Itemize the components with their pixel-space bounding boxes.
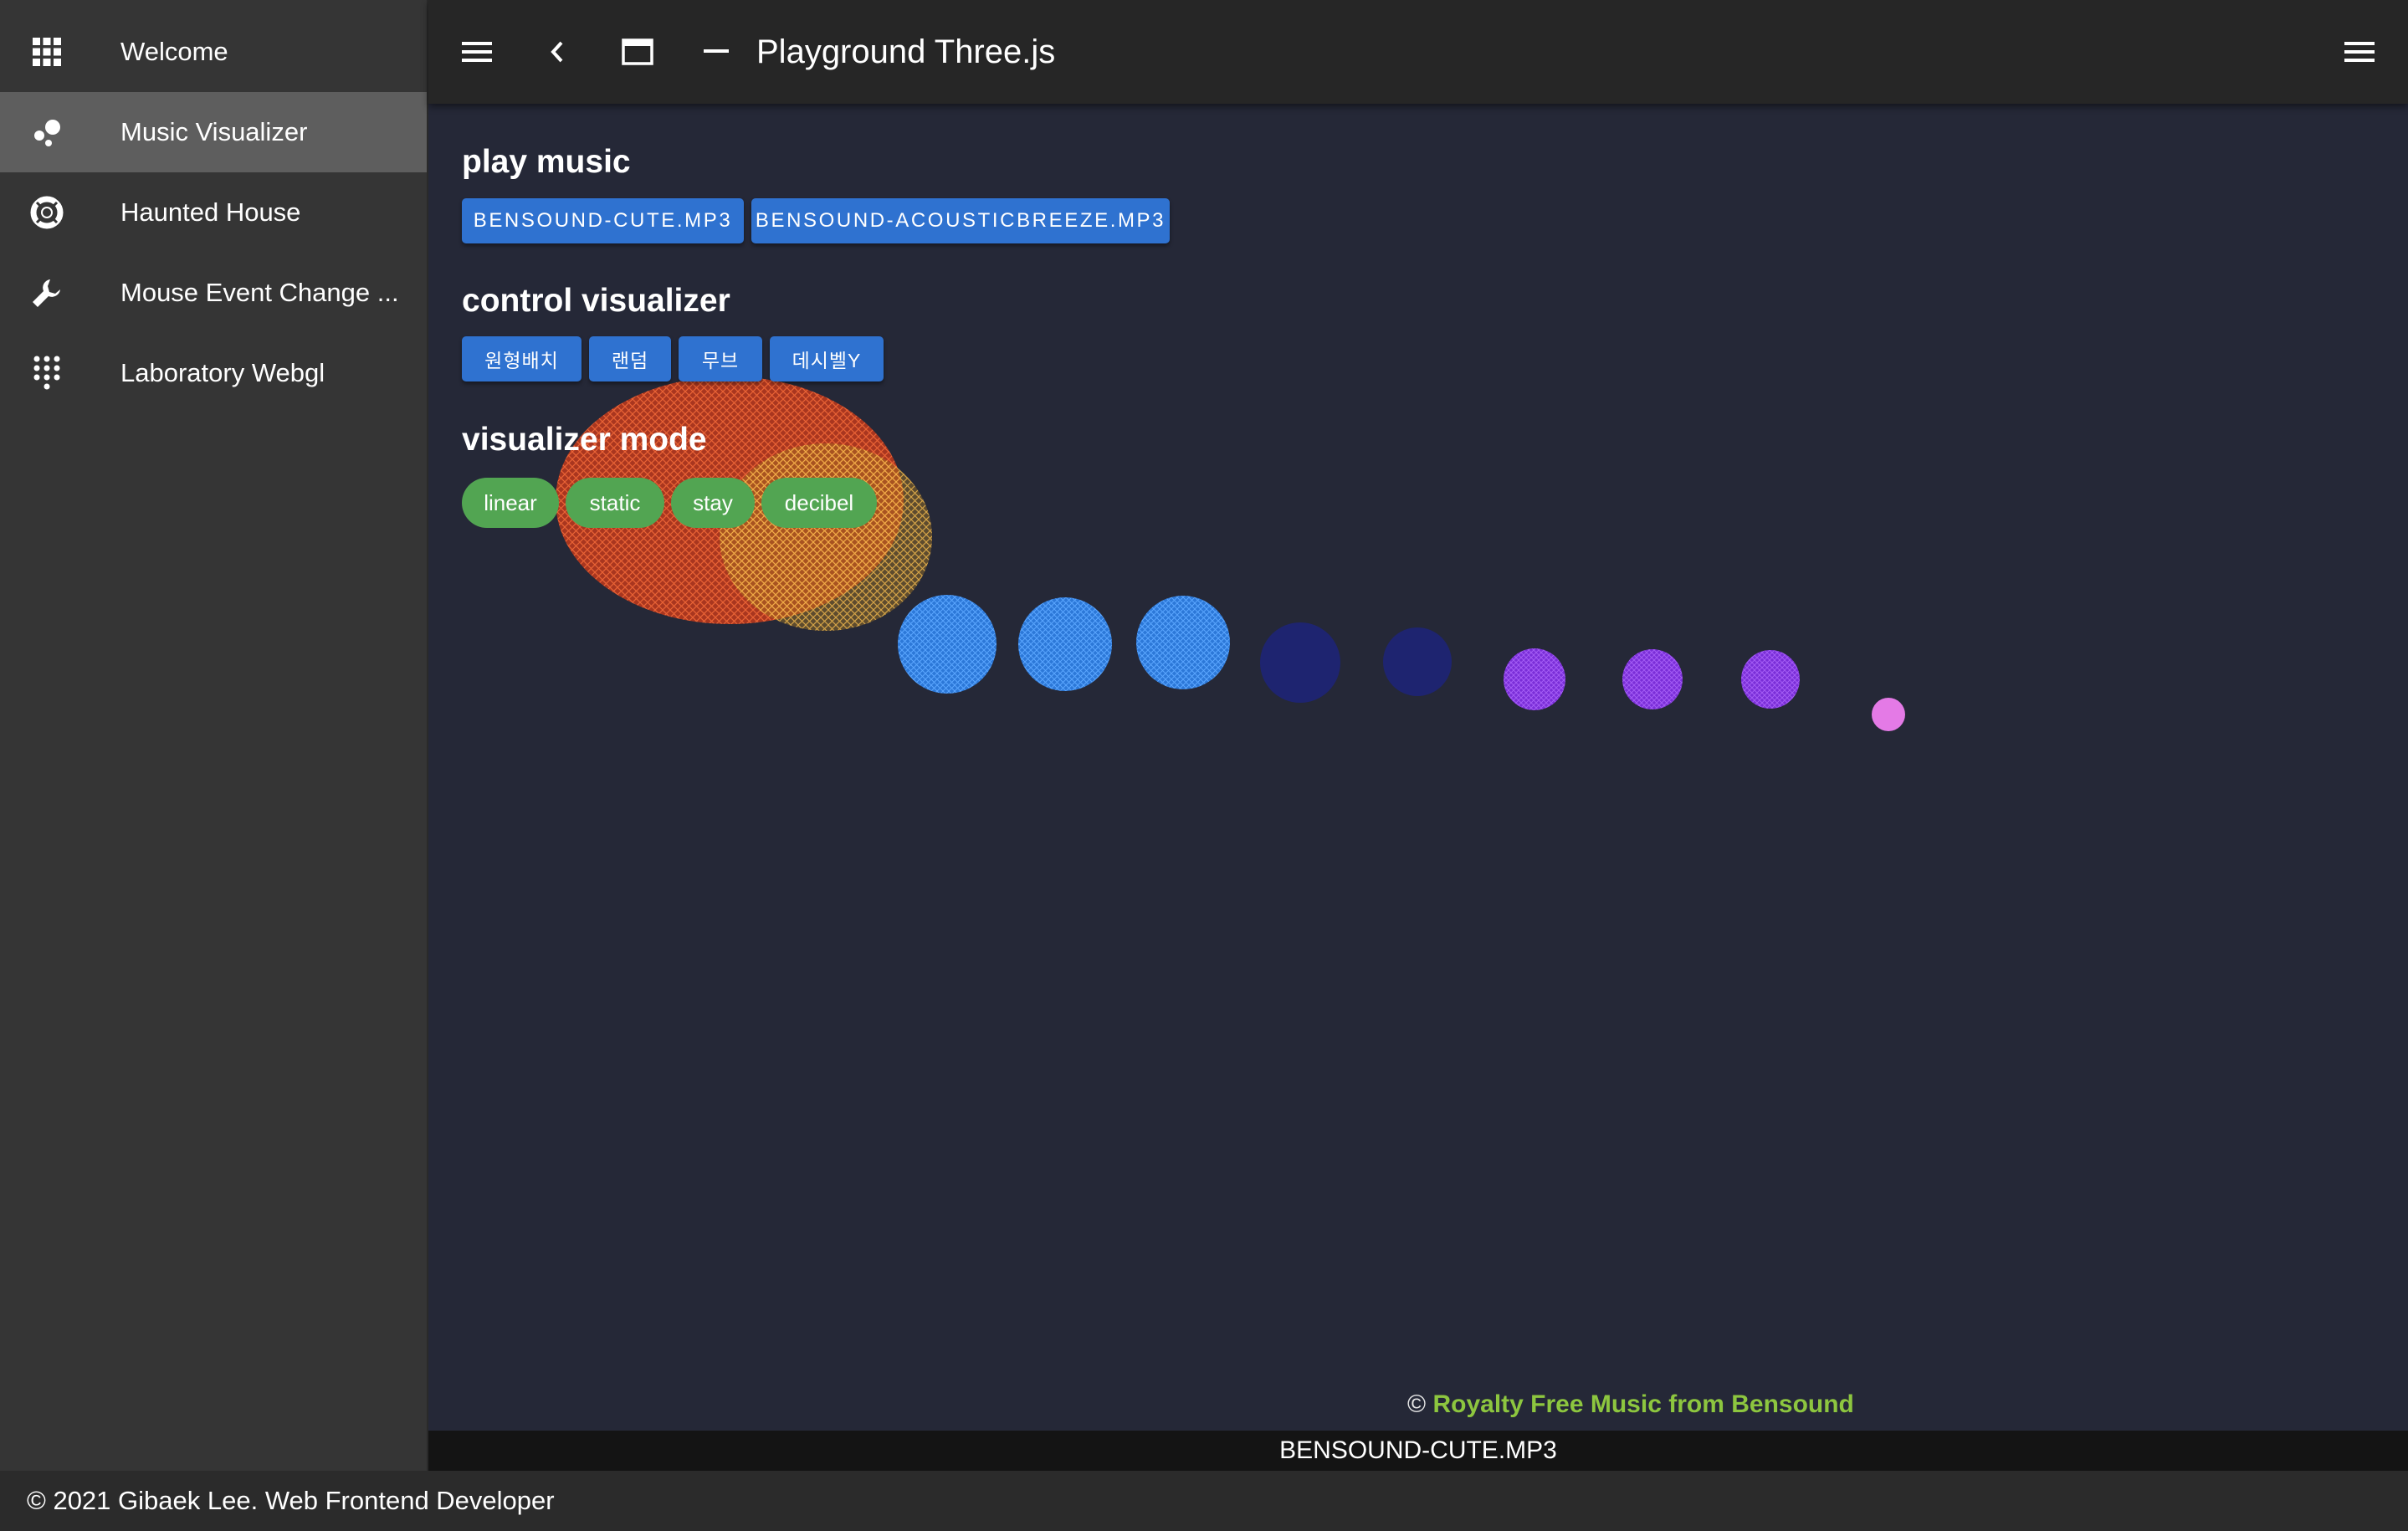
pink-sphere bbox=[1872, 698, 1905, 731]
blue-sphere bbox=[898, 595, 997, 694]
purple-sphere bbox=[1741, 650, 1800, 709]
blue-sphere bbox=[1018, 597, 1112, 691]
section-title-play-music: play music bbox=[462, 144, 631, 180]
footer: © 2021 Gibaek Lee. Web Frontend Develope… bbox=[0, 1471, 2408, 1531]
back-button[interactable] bbox=[535, 30, 579, 74]
mode-chip-static[interactable]: static bbox=[566, 478, 664, 528]
sidebar-item-label: Laboratory Webgl bbox=[120, 358, 325, 387]
bubbles-icon bbox=[28, 114, 65, 151]
yellow-wireframe-sphere bbox=[720, 443, 932, 631]
bensound-credit-link[interactable]: Royalty Free Music from Bensound bbox=[1432, 1390, 1853, 1418]
navy-sphere bbox=[1383, 627, 1452, 696]
sidebar-item-music-visualizer[interactable]: Music Visualizer bbox=[0, 92, 427, 172]
music-credit: © Royalty Free Music from Bensound bbox=[1407, 1390, 1854, 1419]
window-icon bbox=[622, 38, 653, 65]
section-title-visualizer-mode: visualizer mode bbox=[462, 422, 707, 458]
sidebar: Welcome Music Visualizer Haunted House M… bbox=[0, 0, 428, 1471]
dialpad-icon bbox=[28, 355, 65, 392]
menu-toggle-button[interactable] bbox=[455, 30, 499, 74]
apps-grid-icon bbox=[28, 33, 65, 70]
sidebar-item-welcome[interactable]: Welcome bbox=[0, 12, 427, 92]
sidebar-item-mouse-event[interactable]: Mouse Event Change ... bbox=[0, 253, 427, 333]
back-chevron-icon bbox=[551, 41, 563, 63]
mode-chip-decibel[interactable]: decibel bbox=[761, 478, 877, 528]
mode-chip-linear[interactable]: linear bbox=[462, 478, 559, 528]
random-button[interactable]: 랜덤 bbox=[589, 336, 671, 381]
sidebar-item-label: Music Visualizer bbox=[120, 117, 308, 146]
window-button[interactable] bbox=[616, 30, 659, 74]
now-playing-track: BENSOUND-CUTE.MP3 bbox=[1279, 1436, 1557, 1464]
page-title: Playground Three.js bbox=[756, 33, 1056, 70]
circular-layout-button[interactable]: 원형배치 bbox=[462, 336, 582, 381]
minimize-button[interactable] bbox=[694, 30, 738, 74]
lifebuoy-icon bbox=[28, 194, 65, 231]
section-title-control-visualizer: control visualizer bbox=[462, 283, 730, 319]
mode-chip-stay[interactable]: stay bbox=[671, 478, 755, 528]
menu-icon bbox=[2344, 42, 2375, 62]
blue-sphere bbox=[1136, 596, 1230, 689]
wrench-icon bbox=[28, 274, 65, 311]
sidebar-item-label: Haunted House bbox=[120, 197, 301, 227]
sidebar-item-label: Mouse Event Change ... bbox=[120, 278, 399, 307]
decibel-y-button[interactable]: 데시벨Y bbox=[770, 336, 884, 381]
play-bensound-acousticbreeze-button[interactable]: BENSOUND-ACOUSTICBREEZE.MP3 bbox=[751, 198, 1170, 243]
sidebar-item-laboratory-webgl[interactable]: Laboratory Webgl bbox=[0, 333, 427, 413]
play-bensound-cute-button[interactable]: BENSOUND-CUTE.MP3 bbox=[462, 198, 744, 243]
navy-sphere bbox=[1260, 622, 1340, 703]
now-playing-bar: BENSOUND-CUTE.MP3 bbox=[428, 1431, 2408, 1471]
minimize-icon bbox=[704, 49, 729, 53]
menu-icon bbox=[462, 42, 492, 62]
options-menu-button[interactable] bbox=[2338, 30, 2381, 74]
copyright-symbol: © bbox=[1407, 1390, 1427, 1418]
footer-copyright: © 2021 Gibaek Lee. Web Frontend Develope… bbox=[27, 1486, 555, 1515]
purple-sphere bbox=[1622, 649, 1683, 709]
sidebar-item-haunted-house[interactable]: Haunted House bbox=[0, 172, 427, 253]
move-button[interactable]: 무브 bbox=[679, 336, 762, 381]
purple-sphere bbox=[1504, 648, 1565, 710]
sidebar-item-label: Welcome bbox=[120, 37, 228, 66]
top-app-bar: Playground Three.js bbox=[428, 0, 2408, 104]
